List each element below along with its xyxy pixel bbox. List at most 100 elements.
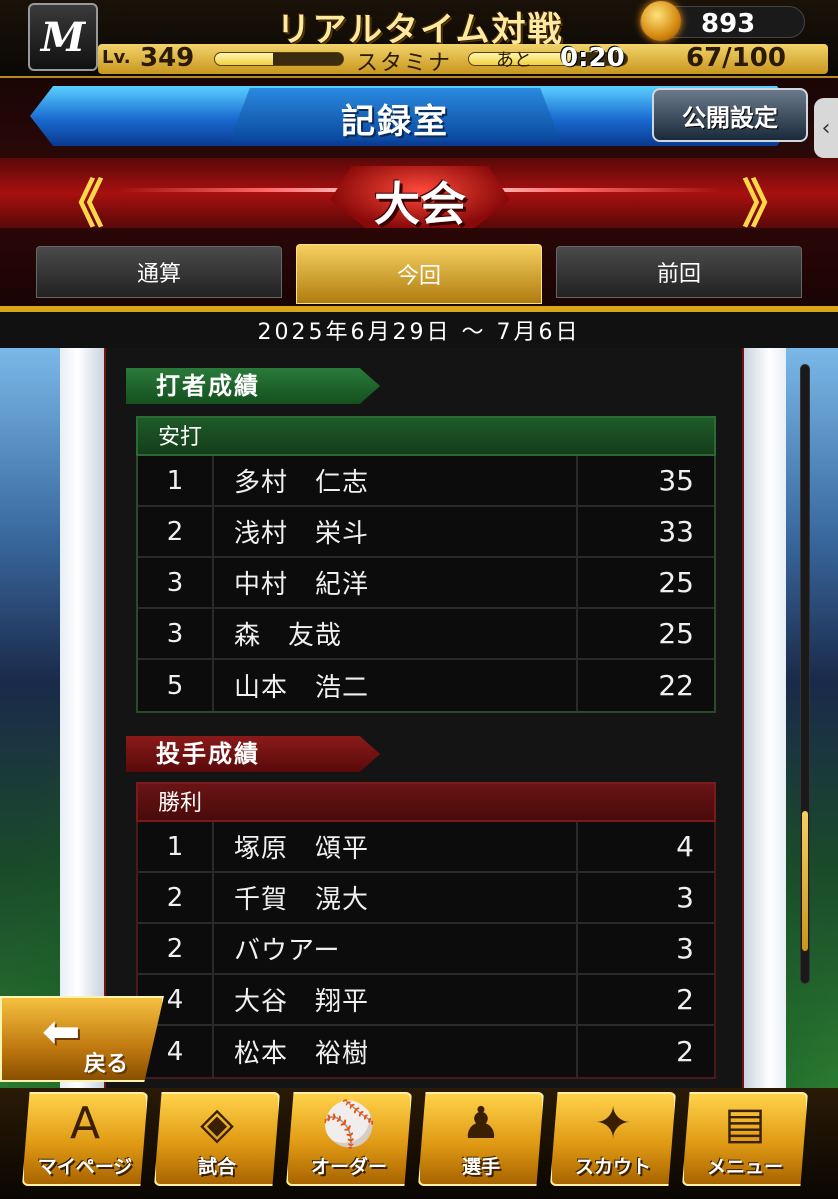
side-drawer-tab[interactable]: ‹ — [814, 98, 838, 158]
tab-total[interactable]: 通算 — [36, 246, 282, 298]
table-row: 3 中村 紀洋 25 — [138, 558, 714, 609]
player-name-cell[interactable]: 松本 裕樹 — [214, 1026, 578, 1077]
title-band: 記録室 公開設定 ‹ — [0, 78, 838, 158]
scout-card-icon: ✦ — [594, 1098, 632, 1149]
stamina-value: 67/100 — [686, 43, 786, 73]
table-row: 1 塚原 頌平 4 — [138, 822, 714, 873]
player-name-cell[interactable]: 中村 紀洋 — [214, 558, 578, 607]
stat-value-cell: 3 — [676, 881, 694, 914]
stat-value-cell: 3 — [676, 932, 694, 965]
status-header: M リアルタイム対戦 893 Lv. 349 スタミナ あと 0:20 67/1… — [0, 0, 838, 78]
player-name-cell[interactable]: 大谷 翔平 — [214, 975, 578, 1024]
page-title: 記録室 — [341, 102, 449, 142]
back-label: 戻る — [84, 1052, 129, 1077]
pitching-wins-table: 勝利 1 塚原 頌平 4 2 千賀 滉大 3 2 バウアー 3 4 大谷 翔平 2 4 松本 裕樹 2 — [136, 782, 716, 1079]
stat-value-cell: 33 — [658, 515, 694, 548]
recover-time: 0:20 — [560, 43, 625, 73]
stat-value-cell: 25 — [658, 566, 694, 599]
rank-cell: 5 — [138, 660, 214, 711]
team-logo[interactable]: M — [28, 3, 98, 71]
table-row: 2 浅村 栄斗 33 — [138, 507, 714, 558]
player-icon: ♟ — [461, 1098, 501, 1149]
records-panel[interactable]: 打者成績 安打 1 多村 仁志 35 2 浅村 栄斗 33 3 中村 紀洋 25 3 森 友哉 25 5… — [104, 348, 744, 1088]
rank-cell: 2 — [138, 924, 214, 973]
stat-value-cell: 2 — [676, 1035, 694, 1068]
mypage-icon: A — [69, 1098, 101, 1149]
coin-counter[interactable]: 893 — [640, 1, 805, 41]
stat-value-cell: 25 — [658, 617, 694, 650]
nav-label: スカウト — [574, 1156, 651, 1178]
player-name-cell[interactable]: 浅村 栄斗 — [214, 507, 578, 556]
nav-menu[interactable]: ▤ メニュー — [682, 1092, 808, 1186]
exp-fill — [215, 53, 273, 65]
mode-title: リアルタイム対戦 — [276, 10, 564, 50]
table-row: 5 山本 浩二 22 — [138, 660, 714, 711]
period-range: 2025年6月29日 〜 7月6日 — [0, 312, 838, 348]
batting-table-caption: 安打 — [136, 416, 716, 456]
nav-mypage[interactable]: A マイページ — [22, 1092, 148, 1186]
batting-section-header: 打者成績 — [126, 368, 380, 404]
pitching-table-caption: 勝利 — [136, 782, 716, 822]
batting-table-body: 1 多村 仁志 35 2 浅村 栄斗 33 3 中村 紀洋 25 3 森 友哉 25 5 山本 浩二 22 — [136, 456, 716, 713]
scrollbar-thumb[interactable] — [802, 811, 808, 951]
tab-current[interactable]: 今回 — [296, 244, 542, 304]
stamina-label: スタミナ — [356, 51, 453, 76]
nav-label: オーダー — [310, 1156, 387, 1178]
exp-bar — [214, 52, 344, 66]
coin-icon — [641, 1, 681, 41]
level-label: Lv. — [102, 47, 131, 68]
nav-scout[interactable]: ✦ スカウト — [550, 1092, 676, 1186]
rank-cell: 1 — [138, 822, 214, 871]
public-settings-button[interactable]: 公開設定 — [652, 88, 808, 142]
nav-label: 試合 — [197, 1156, 236, 1178]
chevron-left-icon: ‹ — [821, 115, 831, 141]
scrollbar[interactable] — [800, 364, 810, 984]
stat-value-cell: 35 — [658, 464, 694, 497]
table-row: 3森 友哉 25 — [138, 609, 714, 660]
pitching-table-body: 1 塚原 頌平 4 2 千賀 滉大 3 2 バウアー 3 4 大谷 翔平 2 4 松本 裕樹 2 — [136, 822, 716, 1079]
player-name-cell[interactable]: 塚原 頌平 — [214, 822, 578, 871]
stat-value-cell: 4 — [676, 830, 694, 863]
category-switcher: 《 大会 》 — [0, 158, 838, 235]
rank-cell: 3 — [138, 558, 214, 607]
rank-cell: 3 — [138, 609, 214, 658]
next-category-arrow-icon[interactable]: 》 — [742, 162, 794, 237]
table-row: 1 多村 仁志 35 — [138, 456, 714, 507]
back-button[interactable]: ⬅ 戻る — [0, 996, 164, 1082]
coin-value: 893 — [701, 9, 756, 39]
bottom-nav: A マイページ ◈ 試合 ⚾ オーダー ♟ 選手 ✦ スカウト ▤ メニュー — [0, 1088, 838, 1199]
back-arrow-icon: ⬅ — [42, 1004, 81, 1058]
field-icon: ⚾ — [321, 1099, 377, 1150]
player-name-cell[interactable]: 千賀 滉大 — [214, 873, 578, 922]
rank-cell: 2 — [138, 507, 214, 556]
category-label: 大会 — [374, 177, 466, 231]
level-value: 349 — [140, 43, 195, 73]
player-name-cell[interactable]: バウアー — [214, 924, 578, 973]
prev-category-arrow-icon[interactable]: 《 — [52, 162, 104, 237]
player-name-cell[interactable]: 山本 浩二 — [214, 660, 578, 711]
nav-order[interactable]: ⚾ オーダー — [286, 1092, 412, 1186]
table-row: 4 大谷 翔平 2 — [138, 975, 714, 1026]
stat-value-cell: 22 — [658, 669, 694, 702]
pitching-section-header: 投手成績 — [126, 736, 380, 772]
level-stamina-row: Lv. 349 スタミナ あと 0:20 67/100 — [98, 43, 828, 76]
table-row: 4 松本 裕樹 2 — [138, 1026, 714, 1077]
table-row: 2 バウアー 3 — [138, 924, 714, 975]
stadium-pillar-right — [744, 348, 786, 1088]
stat-value-cell: 2 — [676, 983, 694, 1016]
stadium-icon: ◈ — [200, 1098, 234, 1149]
rank-cell: 1 — [138, 456, 214, 505]
player-name-cell[interactable]: 森 友哉 — [214, 609, 578, 658]
tab-previous[interactable]: 前回 — [556, 246, 802, 298]
nav-match[interactable]: ◈ 試合 — [154, 1092, 280, 1186]
nav-label: マイページ — [37, 1156, 133, 1178]
nav-players[interactable]: ♟ 選手 — [418, 1092, 544, 1186]
menu-icon: ▤ — [724, 1098, 766, 1149]
rank-cell: 2 — [138, 873, 214, 922]
batting-hits-table: 安打 1 多村 仁志 35 2 浅村 栄斗 33 3 中村 紀洋 25 3 森 友哉 25 5 山本 浩二… — [136, 416, 716, 713]
player-name-cell[interactable]: 多村 仁志 — [214, 456, 578, 505]
table-row: 2 千賀 滉大 3 — [138, 873, 714, 924]
nav-label: 選手 — [461, 1156, 500, 1178]
stadium-pillar-left — [60, 348, 104, 1088]
recover-label: あと — [496, 50, 532, 71]
